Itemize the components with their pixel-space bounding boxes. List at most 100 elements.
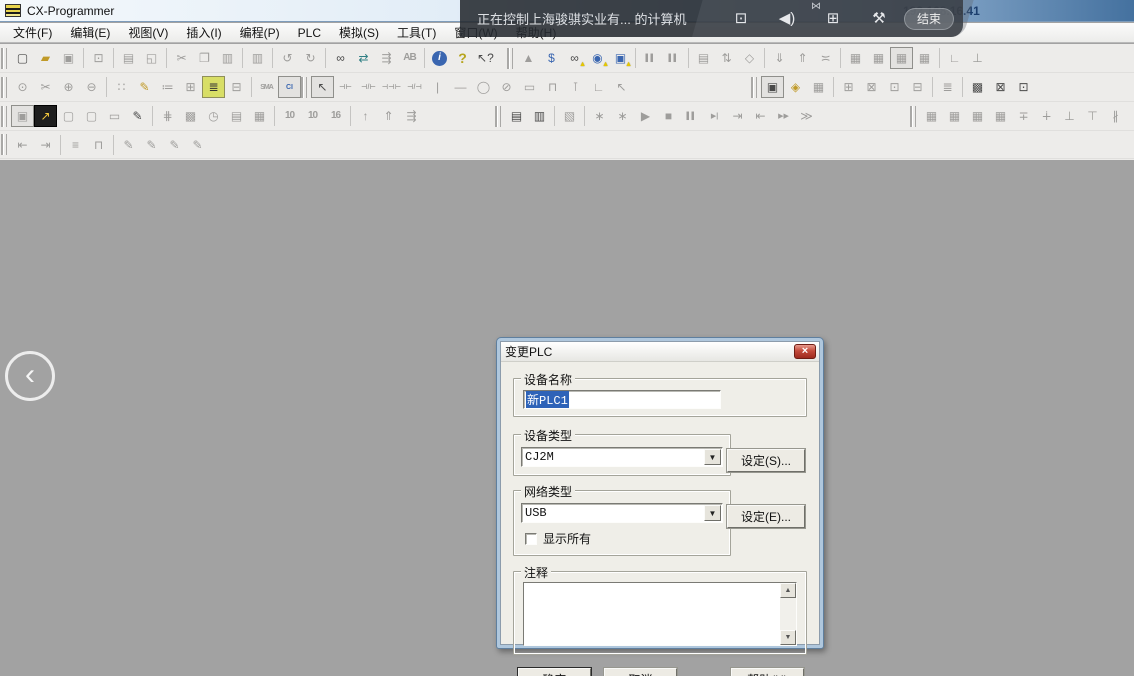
rung-list-icon[interactable]: ≔ [156, 76, 179, 98]
replace-icon[interactable]: ⇄ [352, 47, 375, 69]
menu-item-insert[interactable]: 插入(I) [177, 22, 230, 43]
device-type-combo[interactable]: CJ2M ▼ [521, 447, 723, 467]
network-rail-icon-3[interactable]: ⊥ [1058, 105, 1081, 127]
contact-or-closed-icon[interactable]: ⊣/⊣ [403, 76, 426, 98]
upload-from-plc-icon[interactable]: ⇑ [791, 47, 814, 69]
refresh-values-icon[interactable]: ⇶ [400, 105, 423, 127]
cut-icon[interactable]: ✂ [170, 47, 193, 69]
area-zoom-icon[interactable]: ✂ [34, 76, 57, 98]
scroll-down-icon[interactable]: ▼ [780, 630, 796, 645]
indent-remove-icon[interactable]: ⇤ [11, 134, 34, 156]
download-to-plc-icon[interactable]: ⇓ [768, 47, 791, 69]
coil-closed-icon[interactable]: ⊘ [495, 76, 518, 98]
toolbar-grip[interactable] [753, 77, 757, 98]
toolbar-grip[interactable] [3, 77, 7, 98]
verify-icon[interactable]: ◇ [738, 47, 761, 69]
speaker-icon[interactable]: ◀) [764, 7, 810, 31]
print-icon[interactable]: ▤ [117, 47, 140, 69]
mnemonics-view-icon[interactable]: ⊟ [225, 76, 248, 98]
menu-item-simulation[interactable]: 模拟(S) [330, 22, 388, 43]
page-search-icon[interactable]: ⊡ [87, 47, 110, 69]
print-preview-icon[interactable]: ◱ [140, 47, 163, 69]
menu-item-view[interactable]: 视图(V) [119, 22, 177, 43]
edit-marker-icon-4[interactable]: ✎ [186, 134, 209, 156]
sim-pause-icon[interactable]: ▌▌ [680, 105, 703, 127]
indent-add-icon[interactable]: ⇥ [34, 134, 57, 156]
erase-tool-icon[interactable]: ↖ [610, 76, 633, 98]
simulator-window-icon[interactable]: ▧ [558, 105, 581, 127]
context-help-icon[interactable]: ↖? [474, 47, 497, 69]
menu-item-program[interactable]: 编程(P) [231, 22, 289, 43]
run-mode-icon[interactable]: ▦ [844, 47, 867, 69]
toolbar-grip[interactable] [3, 134, 7, 155]
pause-monitor-icon[interactable]: ▌▌ [639, 47, 662, 69]
toolbar-grip[interactable] [912, 106, 916, 127]
hex-display-icon[interactable]: 16 [324, 105, 347, 127]
plc-settings-icon[interactable]: ▥ [528, 105, 551, 127]
sim-step-icon[interactable]: ▶| [703, 105, 726, 127]
io-view-icon[interactable]: ▢ [80, 105, 103, 127]
split-view-icon[interactable]: ▭ [103, 105, 126, 127]
branch-line-icon[interactable]: ⊺ [564, 76, 587, 98]
copy-icon[interactable]: ❐ [193, 47, 216, 69]
edit-block-delete-icon[interactable]: ⊠ [860, 76, 883, 98]
memory-cassette-icon[interactable]: ▦ [943, 105, 966, 127]
ci-view-icon[interactable]: CI [278, 76, 301, 98]
open-project-icon[interactable]: ▰ [34, 47, 57, 69]
sim-play-icon[interactable]: ▶ [634, 105, 657, 127]
show-all-checkbox[interactable] [525, 533, 537, 545]
undo-icon[interactable]: ↺ [276, 47, 299, 69]
force-cancel-icon[interactable]: ⊥ [966, 47, 989, 69]
menu-item-tools[interactable]: 工具(T) [388, 22, 445, 43]
network-rail-icon-5[interactable]: ∦ [1104, 105, 1127, 127]
memory-view-icon[interactable]: ▤ [225, 105, 248, 127]
edit-block-check-icon[interactable]: ⊡ [883, 76, 906, 98]
device-name-input[interactable]: 新PLC1 [523, 390, 721, 409]
scroll-up-icon[interactable]: ▲ [780, 583, 796, 598]
save-project-icon[interactable]: ▣ [57, 47, 80, 69]
address-ref-icon[interactable]: ⋕ [156, 105, 179, 127]
address-table-icon[interactable]: ▦ [248, 105, 271, 127]
properties-icon[interactable]: ✎ [126, 105, 149, 127]
compare-with-plc-icon[interactable]: ≍ [814, 47, 837, 69]
symbol-table-icon[interactable]: SMA [255, 76, 278, 98]
window-manager-icon[interactable]: ▣ [11, 105, 34, 127]
compile-view-icon[interactable]: ▣ [761, 76, 784, 98]
time-chart-icon[interactable]: ▦ [989, 105, 1012, 127]
network-type-combo[interactable]: USB ▼ [521, 503, 723, 523]
io-comment-icon[interactable]: ▩ [179, 105, 202, 127]
instruction-icon[interactable]: ▭ [518, 76, 541, 98]
sim-step-out-icon[interactable]: ⇤ [749, 105, 772, 127]
simulator-online-icon[interactable]: ◉ [586, 47, 609, 69]
search-transfer-icon[interactable]: ⇶ [375, 47, 398, 69]
help-icon[interactable]: ? [451, 47, 474, 69]
zoom-tool-icon[interactable]: ⊙ [11, 76, 34, 98]
horizontal-line-icon[interactable]: — [449, 76, 472, 98]
auto-online-icon[interactable]: $ [540, 47, 563, 69]
select-tool-icon[interactable]: ↖ [311, 76, 334, 98]
windows-grid-icon[interactable]: ⊞ [810, 7, 856, 31]
sim-stop-icon[interactable]: ■ [657, 105, 680, 127]
fullscreen-icon[interactable]: ⊡ [718, 7, 764, 31]
run-hand-icon[interactable]: ∗ [588, 105, 611, 127]
chevron-down-icon[interactable]: ▼ [704, 449, 721, 465]
pause-icon[interactable]: ▌▌ [662, 47, 685, 69]
rename-icon[interactable]: AB [398, 47, 421, 69]
program-transfer-icon[interactable]: ⇅ [715, 47, 738, 69]
network-rail-icon-4[interactable]: ⊤ [1081, 105, 1104, 127]
device-type-settings-button[interactable]: 设定(S)... [727, 449, 805, 472]
new-view-icon[interactable]: ▢ [57, 105, 80, 127]
ladder-view-icon[interactable]: ≣ [202, 76, 225, 98]
force-on-icon[interactable]: ∟ [943, 47, 966, 69]
vertical-line-icon[interactable]: | [426, 76, 449, 98]
decimal-display-icon[interactable]: 10 [278, 105, 301, 127]
edit-block-remove-icon[interactable]: ⊟ [906, 76, 929, 98]
redo-icon[interactable]: ↻ [299, 47, 322, 69]
line-corner-icon[interactable]: ∟ [587, 76, 610, 98]
quick-transfer-icon[interactable]: ↗ [34, 105, 57, 127]
overview-icon[interactable]: ⊞ [179, 76, 202, 98]
help-button[interactable]: 帮助(H) [731, 668, 804, 676]
toolbar-grip[interactable] [3, 106, 7, 127]
edit-marker-icon-3[interactable]: ✎ [163, 134, 186, 156]
edit-block-insert-icon[interactable]: ⊞ [837, 76, 860, 98]
